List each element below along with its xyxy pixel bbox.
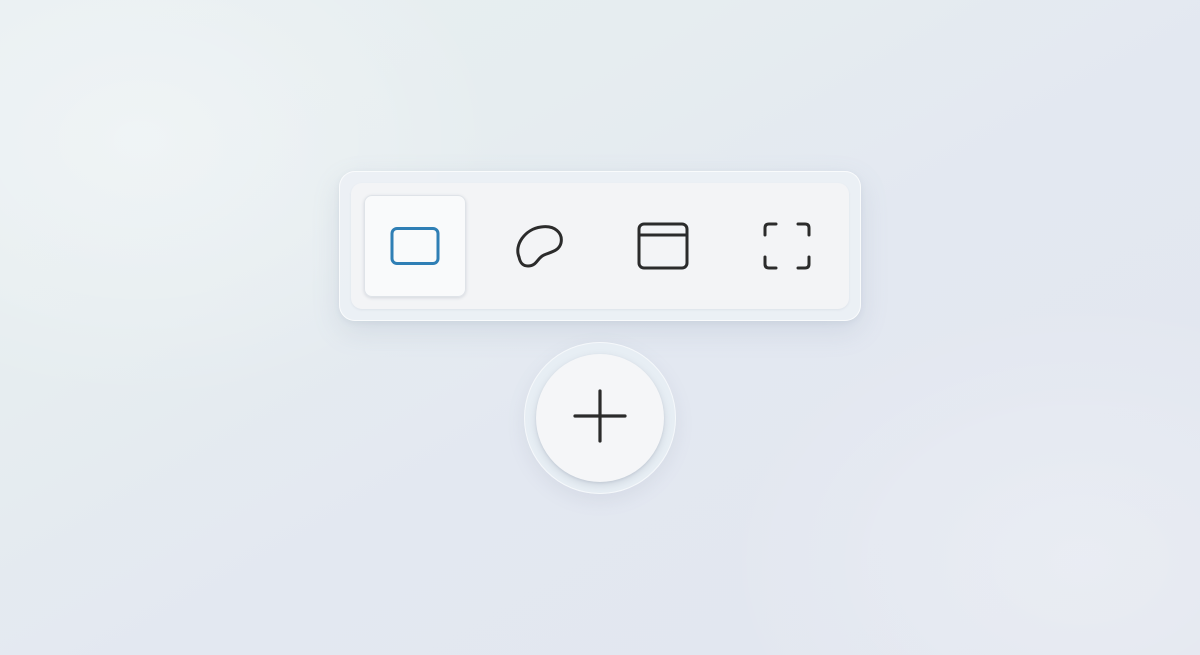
freeform-snip-icon [511,218,567,274]
new-snip-button[interactable] [536,354,664,482]
fullscreen-mode-button[interactable] [736,195,838,297]
new-snip-button-ring [524,342,676,494]
background-sheen [0,0,1200,655]
freeform-mode-button[interactable] [488,195,590,297]
window-mode-button[interactable] [612,195,714,297]
snip-toolbar-container [339,171,861,321]
rectangle-mode-button[interactable] [364,195,466,297]
rectangle-snip-icon [387,218,443,274]
window-snip-icon [635,218,691,274]
snip-mode-toolbar [351,183,849,309]
plus-icon [572,388,628,449]
fullscreen-snip-icon [759,218,815,274]
